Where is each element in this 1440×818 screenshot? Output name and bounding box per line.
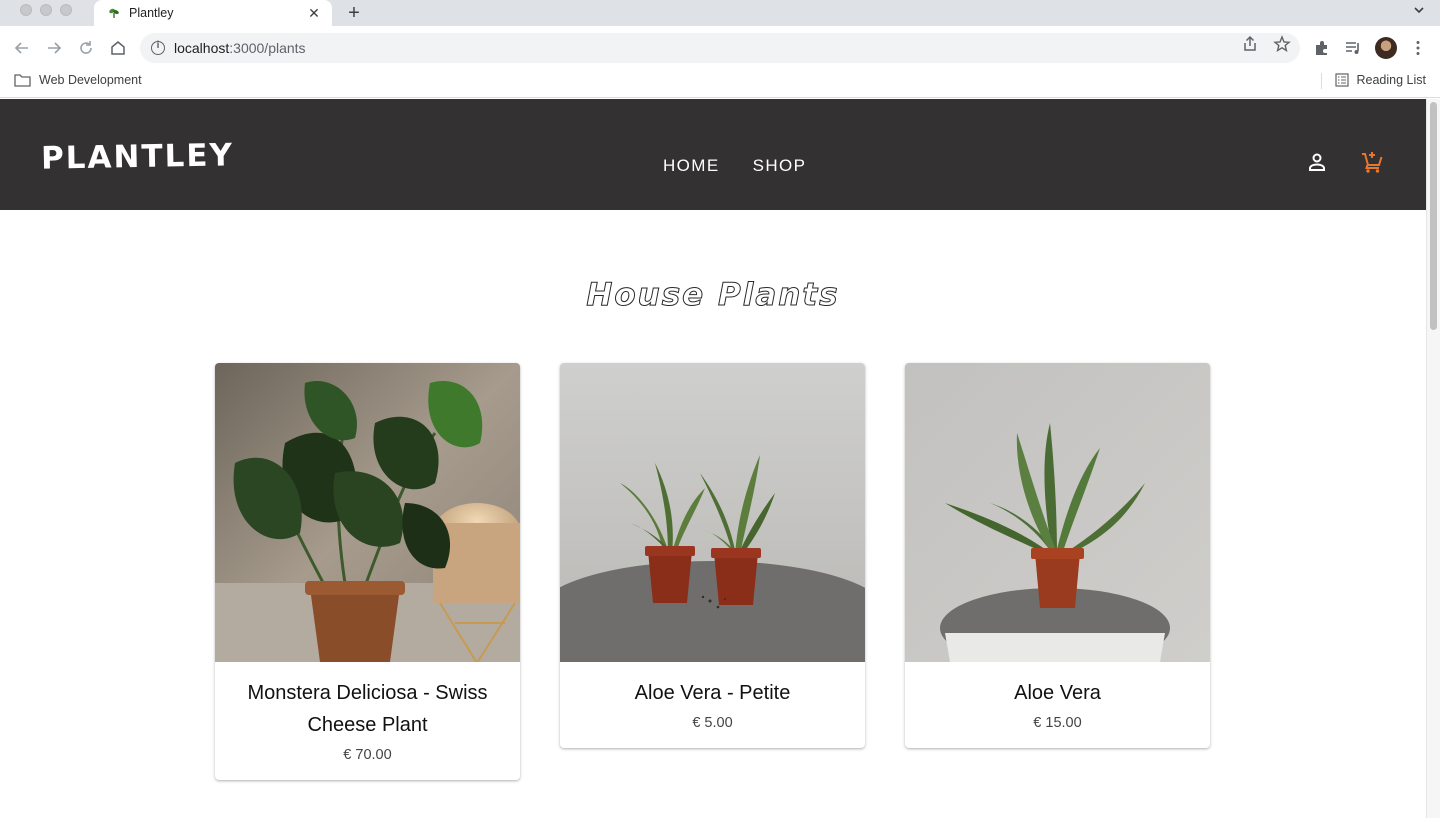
bookmarks-bar: Web Development Reading List	[0, 70, 1440, 98]
url-host: localhost	[174, 40, 230, 56]
tab-close-icon[interactable]: ✕	[306, 5, 322, 22]
forward-arrow-icon[interactable]	[44, 38, 64, 58]
product-image-aloe-vera-petite[interactable]	[560, 363, 865, 662]
folder-icon	[14, 74, 31, 87]
site-info-icon[interactable]	[151, 40, 165, 55]
share-icon[interactable]	[1241, 35, 1259, 53]
chrome-menu-icon[interactable]	[1409, 39, 1427, 57]
product-price: € 5.00	[692, 715, 733, 731]
product-price: € 15.00	[1033, 715, 1082, 731]
site-header: PLANTLEY HOME SHOP	[0, 99, 1426, 210]
browser-tab-strip: Plantley ✕ +	[0, 0, 1440, 26]
home-icon[interactable]	[108, 38, 128, 58]
product-image-monstera[interactable]	[215, 363, 520, 662]
back-arrow-icon[interactable]	[12, 38, 32, 58]
page-scrollbar[interactable]	[1426, 99, 1440, 818]
main-nav: HOME SHOP	[663, 156, 806, 176]
media-queue-icon[interactable]	[1344, 39, 1362, 57]
profile-avatar[interactable]	[1375, 37, 1397, 59]
window-controls[interactable]	[20, 4, 72, 16]
nav-home-link[interactable]: HOME	[663, 156, 720, 176]
reading-list-label: Reading List	[1356, 73, 1427, 87]
address-bar[interactable]: localhost:3000/plants	[140, 33, 1300, 63]
bookmark-label: Web Development	[39, 73, 142, 87]
browser-toolbar: localhost:3000/plants	[0, 26, 1440, 70]
close-window-button[interactable]	[20, 4, 32, 16]
product-name[interactable]: Aloe Vera - Petite	[560, 662, 865, 709]
product-image-aloe-vera[interactable]	[905, 363, 1210, 662]
product-card-aloe-vera[interactable]: Aloe Vera € 15.00	[905, 363, 1210, 748]
page-title: House Plants	[586, 277, 840, 314]
extensions-puzzle-icon[interactable]	[1313, 39, 1331, 57]
product-card-monstera[interactable]: Monstera Deliciosa - Swiss Cheese Plant …	[215, 363, 520, 780]
page-viewport: PLANTLEY HOME SHOP House Plants Monstera…	[0, 99, 1426, 818]
tab-search-chevron-icon[interactable]	[1412, 3, 1426, 17]
minimize-window-button[interactable]	[40, 4, 52, 16]
reading-list-icon	[1334, 73, 1349, 87]
plant-favicon-icon	[109, 8, 119, 18]
maximize-window-button[interactable]	[60, 4, 72, 16]
product-name[interactable]: Aloe Vera	[905, 662, 1210, 709]
add-shopping-cart-icon[interactable]	[1360, 150, 1384, 174]
scrollbar-thumb[interactable]	[1430, 102, 1437, 330]
url-path: :3000/plants	[229, 40, 306, 56]
product-price: € 70.00	[343, 747, 392, 763]
product-name[interactable]: Monstera Deliciosa - Swiss Cheese Plant	[215, 662, 520, 741]
new-tab-button[interactable]: +	[344, 1, 364, 25]
account-user-icon[interactable]	[1307, 152, 1327, 172]
browser-tab-plantley[interactable]: Plantley ✕	[94, 0, 332, 26]
product-card-aloe-vera-petite[interactable]: Aloe Vera - Petite € 5.00	[560, 363, 865, 748]
bookmark-folder-web-development[interactable]: Web Development	[14, 73, 142, 87]
tab-title: Plantley	[129, 6, 174, 20]
nav-shop-link[interactable]: SHOP	[753, 156, 807, 176]
reading-list-button[interactable]: Reading List	[1334, 73, 1427, 87]
site-logo[interactable]: PLANTLEY	[41, 137, 235, 176]
bookmarks-divider	[1321, 73, 1322, 89]
bookmark-star-icon[interactable]	[1273, 35, 1291, 53]
url-text[interactable]: localhost:3000/plants	[174, 40, 306, 56]
reload-icon[interactable]	[76, 38, 96, 58]
